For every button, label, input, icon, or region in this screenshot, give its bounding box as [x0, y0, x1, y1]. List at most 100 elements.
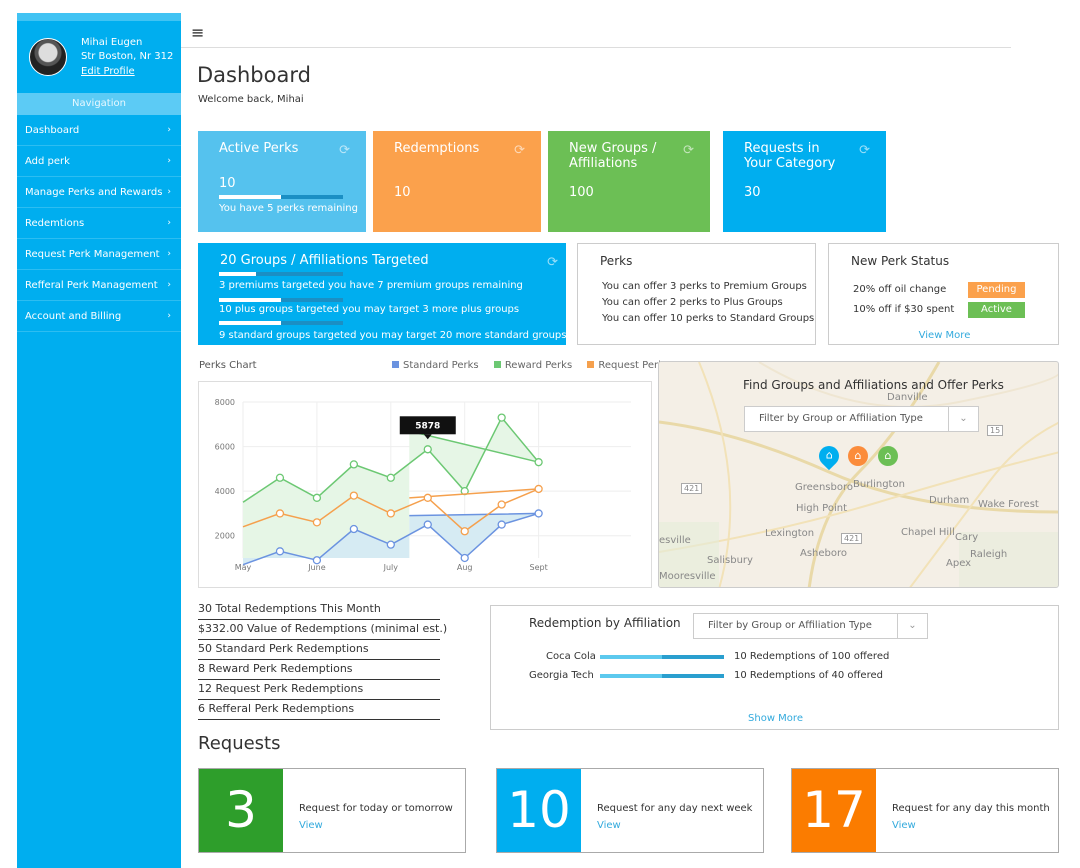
refresh-icon[interactable]: ⟳: [339, 143, 350, 158]
data-point: [497, 500, 506, 509]
data-point: [349, 460, 359, 469]
requests-title: Requests: [198, 733, 281, 754]
affiliation-text: 10 Redemptions of 100 offered: [734, 651, 890, 662]
request-view-link[interactable]: View: [597, 820, 621, 831]
new-perk-status-panel: New Perk Status 20% off oil change Pendi…: [828, 243, 1059, 345]
map-place-label: Mooresville: [659, 571, 716, 582]
home-pin-icon[interactable]: ⌂: [878, 446, 898, 466]
tile-value: 100: [569, 185, 594, 200]
tooltip-label: 5878: [415, 421, 440, 431]
refresh-icon[interactable]: ⟳: [859, 143, 870, 158]
perks-panel: Perks You can offer 3 perks to Premium G…: [577, 243, 816, 345]
request-description: Request for today or tomorrow: [299, 803, 453, 814]
groups-title: 20 Groups / Affiliations Targeted: [220, 253, 429, 268]
request-card-next-week[interactable]: 10 Request for any day next week View: [496, 768, 764, 853]
sidebar-item-add-perk[interactable]: Add perk ›: [17, 146, 181, 177]
chevron-right-icon: ›: [167, 218, 171, 228]
chevron-right-icon: ›: [167, 187, 171, 197]
home-pin-icon[interactable]: ⌂: [848, 446, 868, 466]
sidebar-item-request-perk-management[interactable]: Request Perk Management ›: [17, 239, 181, 270]
redemption-stat: 50 Standard Perk Redemptions: [198, 640, 440, 660]
edit-profile-link[interactable]: Edit Profile: [81, 66, 135, 77]
sidebar-item-account-billing[interactable]: Account and Billing ›: [17, 301, 181, 332]
status-badge-pending: Pending: [968, 282, 1025, 298]
perks-line: You can offer 2 perks to Plus Groups: [602, 297, 783, 308]
map-place-label: Greensboro: [795, 482, 853, 493]
sidebar-item-label: Account and Billing: [25, 311, 122, 322]
tile-active-perks[interactable]: Active Perks ⟳ 10 You have 5 perks remai…: [198, 131, 366, 232]
tile-requests-in-category[interactable]: Requests in Your Category ⟳ 30: [723, 131, 886, 232]
request-card-today[interactable]: 3 Request for today or tomorrow View: [198, 768, 466, 853]
affiliation-bar: [600, 674, 724, 678]
tile-value: 30: [744, 185, 761, 200]
map-place-label: Lexington: [765, 528, 815, 539]
data-point: [312, 556, 322, 565]
legend-swatch: [392, 361, 399, 368]
perk-status-label: 20% off oil change: [853, 284, 947, 295]
data-point: [423, 493, 432, 502]
redemption-stat: $332.00 Value of Redemptions (minimal es…: [198, 620, 447, 640]
affiliation-name: Coca Cola: [546, 651, 596, 662]
tile-redemptions[interactable]: Redemptions ⟳ 10: [373, 131, 541, 232]
view-more-link[interactable]: View More: [829, 330, 1060, 341]
sidebar-item-label: Request Perk Management: [25, 249, 160, 260]
request-card-this-month[interactable]: 17 Request for any day this month View: [791, 768, 1059, 853]
sidebar-item-refferal-perk-management[interactable]: Refferal Perk Management ›: [17, 270, 181, 301]
sidebar-item-label: Add perk: [25, 156, 70, 167]
sidebar-item-manage-perks[interactable]: Manage Perks and Rewards ›: [17, 177, 181, 208]
data-point: [349, 524, 359, 534]
perks-chart: 2000 4000 6000 8000 May June July Aug Sept 5878: [198, 381, 652, 588]
chevron-right-icon: ›: [167, 280, 171, 290]
affiliation-bar-fill: [600, 655, 662, 659]
request-view-link[interactable]: View: [892, 820, 916, 831]
request-count: 10: [497, 769, 581, 852]
avatar[interactable]: [29, 38, 67, 76]
affiliation-filter-dropdown[interactable]: Filter by Group or Affiliation Type ⌄: [693, 613, 928, 639]
groups-line: 9 standard groups targeted you may targe…: [219, 330, 567, 341]
hamburger-menu-icon[interactable]: ≡: [191, 23, 204, 42]
perk-status-title: New Perk Status: [851, 254, 950, 268]
page-title: Dashboard: [197, 63, 311, 87]
map-place-label: Asheboro: [800, 548, 848, 559]
data-point: [534, 509, 543, 518]
x-tick-label: Aug: [457, 563, 473, 572]
perks-line: You can offer 10 perks to Standard Group…: [602, 313, 815, 324]
refresh-icon[interactable]: ⟳: [683, 143, 694, 158]
tile-new-groups[interactable]: New Groups / Affiliations ⟳ 100: [548, 131, 710, 232]
x-tick-label: Sept: [530, 563, 548, 572]
chevron-right-icon: ›: [167, 249, 171, 259]
map-panel[interactable]: Find Groups and Affiliations and Offer P…: [658, 361, 1059, 588]
perks-chart-svg: 2000400060008000May June July Aug Sept5878: [215, 398, 631, 572]
data-point: [312, 493, 322, 502]
show-more-link[interactable]: Show More: [491, 713, 1060, 724]
header-divider: [181, 47, 1011, 48]
map-place-label: Apex: [946, 558, 972, 569]
data-point: [312, 518, 322, 527]
affiliation-name: Georgia Tech: [529, 670, 594, 681]
redemption-stat: 12 Request Perk Redemptions: [198, 680, 440, 700]
sidebar-item-redemtions[interactable]: Redemtions ›: [17, 208, 181, 239]
refresh-icon[interactable]: ⟳: [514, 143, 525, 158]
profile-address: Str Boston, Nr 312: [81, 51, 174, 62]
chevron-right-icon: ›: [167, 156, 171, 166]
chevron-right-icon: ›: [167, 125, 171, 135]
sidebar-item-dashboard[interactable]: Dashboard ›: [17, 115, 181, 146]
groups-targeted-panel: 20 Groups / Affiliations Targeted ⟳ 3 pr…: [198, 243, 566, 345]
legend-swatch: [493, 361, 501, 368]
redemption-stat: 6 Refferal Perk Redemptions: [198, 700, 440, 720]
data-point: [275, 509, 285, 518]
data-point: [460, 553, 469, 563]
x-tick-label: July: [383, 563, 399, 572]
request-view-link[interactable]: View: [299, 820, 323, 831]
data-point: [534, 484, 543, 494]
profile-block: Mihai Eugen Str Boston, Nr 312 Edit Prof…: [17, 21, 181, 93]
map-title: Find Groups and Affiliations and Offer P…: [743, 378, 1004, 392]
redemption-stat: 8 Reward Perk Redemptions: [198, 660, 440, 680]
data-point: [423, 445, 432, 454]
request-count: 3: [199, 769, 283, 852]
map-filter-dropdown[interactable]: Filter by Group or Affiliation Type ⌄: [744, 406, 979, 432]
legend-swatch: [587, 361, 595, 368]
profile-name: Mihai Eugen: [81, 37, 143, 48]
progress-bar: [219, 195, 343, 199]
refresh-icon[interactable]: ⟳: [547, 255, 558, 270]
